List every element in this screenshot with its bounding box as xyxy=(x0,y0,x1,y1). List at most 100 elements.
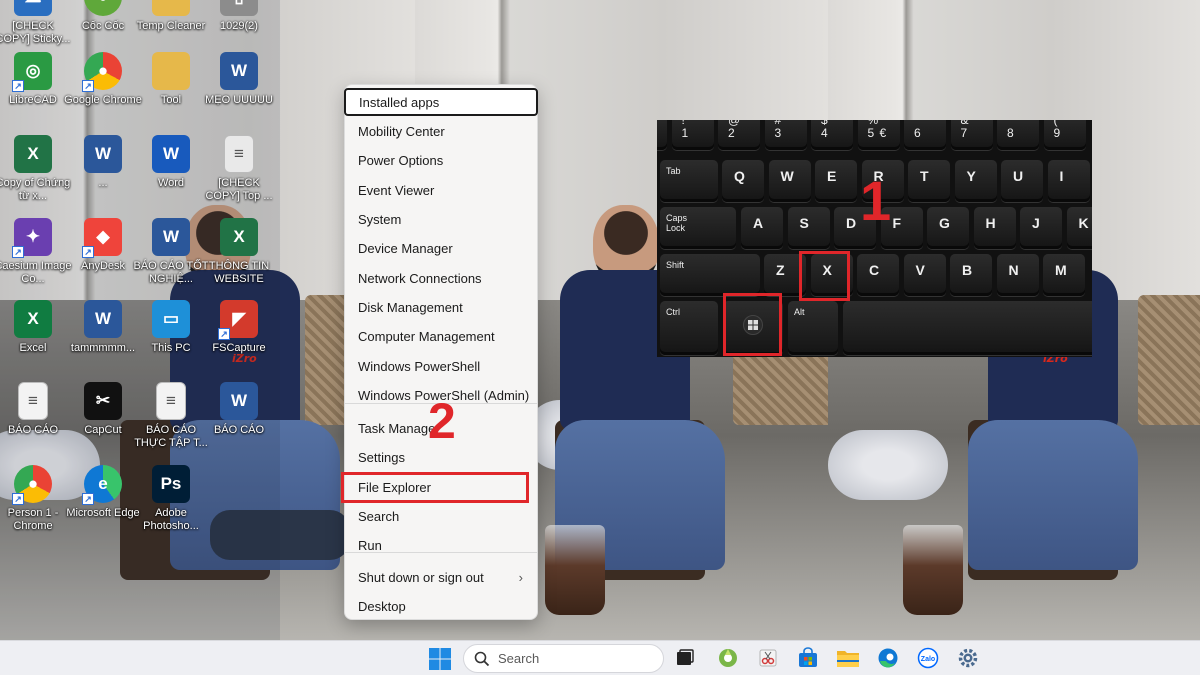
coccoc-browser-icon: ● xyxy=(84,0,122,16)
pdf-doc-icon: ≡ xyxy=(156,382,186,420)
desktop-icon[interactable]: Tool xyxy=(135,52,207,132)
desktop-icon-label: Microsoft Edge xyxy=(66,507,140,519)
coccoc-taskbar-button[interactable] xyxy=(716,646,740,670)
key: K xyxy=(1066,207,1092,249)
desktop-icon[interactable]: X Excel xyxy=(0,300,69,380)
edge-icon: e ↗ xyxy=(82,465,122,505)
task-view-icon xyxy=(677,649,694,665)
key: Y xyxy=(954,160,997,202)
search-placeholder: Search xyxy=(498,651,540,666)
menu-item-run[interactable]: Run xyxy=(345,531,537,559)
key-label: S xyxy=(799,215,809,231)
snipping-tool-icon xyxy=(759,649,777,667)
key: ! 1 xyxy=(671,120,714,150)
key: ~` xyxy=(657,120,667,150)
librecad-icon: ◎ ↗ xyxy=(12,52,52,92)
text-file-icon: ≡ xyxy=(224,135,254,173)
photoshop-icon: Ps xyxy=(152,465,190,503)
menu-item-system[interactable]: System xyxy=(345,205,537,233)
key-ctrl: Ctrl xyxy=(660,301,718,355)
microsoft-store-button[interactable] xyxy=(796,646,820,670)
desktop-icon[interactable]: ◆ ↗ AnyDesk xyxy=(67,218,139,298)
desktop-icon-label: Cốc Cốc xyxy=(81,20,125,32)
desktop-icon[interactable]: ● ↗ Person 1 - Chrome xyxy=(0,465,69,545)
desktop-icon[interactable]: W... xyxy=(67,135,139,215)
menu-item-event-viewer[interactable]: Event Viewer xyxy=(345,176,537,204)
desktop-icon[interactable]: W BÁO CÁO xyxy=(203,382,275,462)
menu-item-label: Device Manager xyxy=(358,240,453,256)
desktop-icon[interactable]: ✦ ↗ Caesium Image Co... xyxy=(0,218,72,298)
menu-item-search[interactable]: Search xyxy=(345,502,537,530)
desktop-icon[interactable]: W Word xyxy=(135,135,207,215)
snipping-tool-button[interactable] xyxy=(756,646,780,670)
taskbar-search-box[interactable]: Search xyxy=(463,644,664,673)
edge-taskbar-button[interactable] xyxy=(876,646,900,670)
menu-item-desktop[interactable]: Desktop xyxy=(345,592,537,620)
key: * 8 xyxy=(997,120,1039,150)
menu-item-label: Network Connections xyxy=(358,270,482,286)
menu-item-power-options[interactable]: Power Options xyxy=(345,146,537,174)
menu-item-disk-management[interactable]: Disk Management xyxy=(345,293,537,321)
desktop-icon[interactable]: X THÔNG TIN WEBSITE xyxy=(203,218,275,298)
settings-taskbar-button[interactable] xyxy=(956,646,980,670)
desktop-icon[interactable]: Wtammmmm... xyxy=(67,300,139,380)
key: B xyxy=(950,254,992,296)
step-number-1: 1 xyxy=(860,169,892,232)
caesium-icon: ✦ ↗ xyxy=(12,218,52,258)
zalo-taskbar-button[interactable]: Zalo xyxy=(916,646,940,670)
key-alt: Alt xyxy=(788,301,838,355)
menu-item-mobility-center[interactable]: Mobility Center xyxy=(345,117,537,145)
desktop-icon[interactable]: ● Cốc Cốc xyxy=(67,0,139,58)
desktop-icon[interactable]: ▭ This PC xyxy=(135,300,207,380)
menu-item-windows-powershell[interactable]: Windows PowerShell xyxy=(345,352,537,380)
menu-item-label: Mobility Center xyxy=(358,123,445,139)
desktop-icon[interactable]: ◎ ↗ LibreCAD xyxy=(0,52,69,132)
word-doc-icon: W xyxy=(84,300,122,338)
key: (9 xyxy=(1043,120,1086,150)
excel-app-icon: X xyxy=(14,300,52,338)
key-label: € xyxy=(879,126,887,140)
desktop-icon[interactable]: ▯ 1029(2) xyxy=(203,0,275,58)
desktop-icon-label: LibreCAD xyxy=(9,94,57,106)
quick-link-menu: Installed apps Mobility Center Power Optio… xyxy=(344,84,538,620)
desktop-icon[interactable]: ◤ ↗ FSCapture xyxy=(203,300,275,380)
desktop-icon[interactable]: e ↗ Microsoft Edge xyxy=(66,465,140,545)
menu-item-installed-apps[interactable]: Installed apps xyxy=(344,88,538,116)
task-view-button[interactable] xyxy=(673,646,697,670)
desktop-icon[interactable]: ≡ BÁO CÁO THỰC TẬP T... xyxy=(134,382,208,462)
desktop-icon[interactable]: Temp Cleaner xyxy=(135,0,207,58)
windows-logo-icon xyxy=(429,648,451,670)
key: I xyxy=(1047,160,1090,202)
menu-item-network-connections[interactable]: Network Connections xyxy=(345,264,537,292)
desktop-icon-grid: ☁ [CHECK COPY] Sticky... ● Cốc Cốc Temp Clea… xyxy=(0,0,290,640)
desktop-icon[interactable]: ☁ [CHECK COPY] Sticky... xyxy=(0,0,70,58)
shortcut-arrow-icon: ↗ xyxy=(82,80,94,92)
menu-item-device-manager[interactable]: Device Manager xyxy=(345,234,537,262)
desktop-icon[interactable]: Ps Adobe Photosho... xyxy=(135,465,207,545)
desktop-icon[interactable]: X Copy of Chứng từ x... xyxy=(0,135,70,215)
desktop-icon[interactable]: ✂ CapCut xyxy=(67,382,139,462)
key: T xyxy=(908,160,950,202)
file-icon: ▯ xyxy=(220,0,258,16)
key: #3 xyxy=(764,120,807,150)
key-label: 5 xyxy=(867,126,875,140)
desktop-icon[interactable]: ● ↗ Google Chrome xyxy=(64,52,142,132)
folder-icon xyxy=(837,651,859,667)
file-explorer-taskbar-button[interactable] xyxy=(836,646,860,670)
menu-item-shut-down-or-sign-out[interactable]: Shut down or sign out › xyxy=(345,563,537,591)
shortcut-arrow-icon: ↗ xyxy=(82,246,94,258)
desktop-icon[interactable]: ≡ [CHECK COPY] Top ... xyxy=(203,135,275,215)
edge-icon xyxy=(878,648,898,668)
menu-item-label: Installed apps xyxy=(359,94,440,110)
desktop-icon[interactable]: ≡ BÁO CÁO xyxy=(0,382,69,462)
key-shift: Shift xyxy=(660,254,760,296)
key-label: G xyxy=(939,215,950,231)
desktop-icon[interactable]: W MẸO UUUUU xyxy=(203,52,275,132)
key-label: H xyxy=(985,215,996,231)
menu-item-computer-management[interactable]: Computer Management xyxy=(345,322,537,350)
desktop-icon[interactable]: W BÁO CÁO TỐT NGHIỆ... xyxy=(134,218,208,298)
word-app-icon: W xyxy=(152,135,190,173)
start-button[interactable] xyxy=(428,647,452,671)
key-label: E xyxy=(827,168,837,184)
desktop-icon-label: MẸO UUUUU xyxy=(205,94,273,106)
